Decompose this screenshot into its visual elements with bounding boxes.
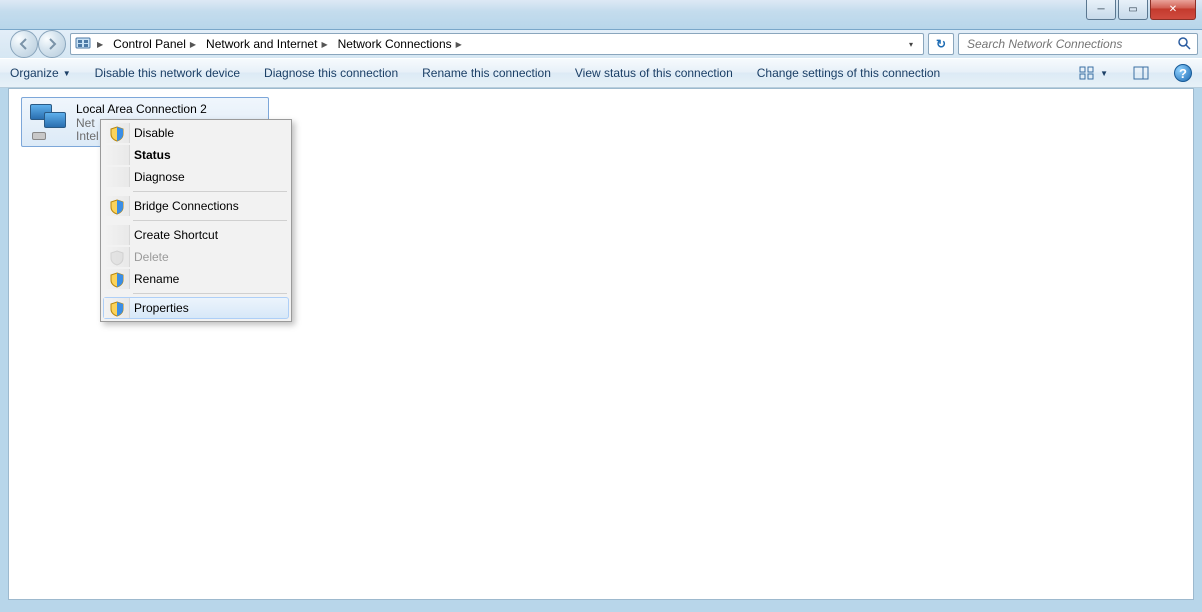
shield-icon xyxy=(109,250,125,266)
menu-rename[interactable]: Rename xyxy=(103,268,289,290)
menu-properties[interactable]: Properties xyxy=(103,297,289,319)
menu-delete: Delete xyxy=(103,246,289,268)
menu-separator xyxy=(133,191,287,192)
maximize-button[interactable]: ▭ xyxy=(1118,0,1148,20)
preview-pane-icon xyxy=(1132,64,1150,82)
search-input[interactable] xyxy=(965,36,1173,52)
menu-status[interactable]: Status xyxy=(103,144,289,166)
view-options-icon xyxy=(1078,64,1096,82)
disable-device-button[interactable]: Disable this network device xyxy=(95,66,240,80)
search-box[interactable] xyxy=(958,33,1198,55)
preview-pane-button[interactable] xyxy=(1132,64,1150,82)
menu-separator xyxy=(133,293,287,294)
search-icon xyxy=(1177,36,1191,53)
navigation-row: ▶ Control Panel▶ Network and Internet▶ N… xyxy=(0,30,1202,58)
shield-icon xyxy=(109,126,125,142)
change-settings-button[interactable]: Change settings of this connection xyxy=(757,66,940,80)
shield-icon xyxy=(109,272,125,288)
menu-disable[interactable]: Disable xyxy=(103,122,289,144)
breadcrumb-item[interactable]: Control Panel▶ xyxy=(109,34,200,54)
menu-create-shortcut[interactable]: Create Shortcut xyxy=(103,224,289,246)
command-bar: Organize▼ Disable this network device Di… xyxy=(0,58,1202,88)
back-button[interactable] xyxy=(10,30,38,58)
menu-separator xyxy=(133,220,287,221)
nav-buttons xyxy=(10,30,66,58)
connection-name: Local Area Connection 2 xyxy=(76,102,207,116)
context-menu: Disable Status Diagnose Bridge Connectio… xyxy=(100,119,292,322)
shield-icon xyxy=(109,199,125,215)
breadcrumb-item[interactable]: Network and Internet▶ xyxy=(202,34,332,54)
refresh-icon: ↻ xyxy=(936,37,946,51)
shield-icon xyxy=(109,301,125,317)
forward-button[interactable] xyxy=(38,30,66,58)
diagnose-connection-button[interactable]: Diagnose this connection xyxy=(264,66,398,80)
view-options-button[interactable]: ▼ xyxy=(1078,64,1108,82)
menu-bridge[interactable]: Bridge Connections xyxy=(103,195,289,217)
help-button[interactable]: ? xyxy=(1174,64,1192,82)
help-icon: ? xyxy=(1174,64,1192,82)
organize-menu[interactable]: Organize▼ xyxy=(10,66,71,80)
window-titlebar: ─ ▭ ✕ xyxy=(0,0,1202,30)
close-button[interactable]: ✕ xyxy=(1150,0,1196,20)
view-status-button[interactable]: View status of this connection xyxy=(575,66,733,80)
menu-diagnose[interactable]: Diagnose xyxy=(103,166,289,188)
rename-connection-button[interactable]: Rename this connection xyxy=(422,66,551,80)
breadcrumb-item[interactable]: Network Connections▶ xyxy=(334,34,466,54)
address-dropdown[interactable]: ▾ xyxy=(903,40,919,49)
breadcrumb-root-arrow[interactable]: ▶ xyxy=(93,34,107,54)
minimize-button[interactable]: ─ xyxy=(1086,0,1116,20)
network-adapter-icon xyxy=(28,102,68,142)
refresh-button[interactable]: ↻ xyxy=(928,33,954,55)
control-panel-icon xyxy=(75,36,91,52)
address-bar[interactable]: ▶ Control Panel▶ Network and Internet▶ N… xyxy=(70,33,924,55)
window-controls: ─ ▭ ✕ xyxy=(1086,0,1196,20)
